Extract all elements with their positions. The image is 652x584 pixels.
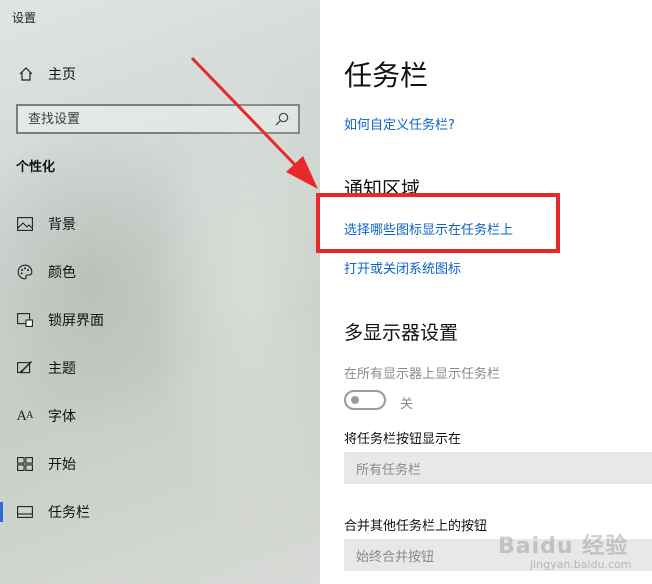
sidebar-home[interactable]: 主页 [18, 63, 76, 85]
sidebar-item-colors[interactable]: 颜色 [0, 248, 320, 296]
sidebar-item-label: 背景 [48, 217, 76, 233]
sidebar: 设置 主页 个性化 背景 颜色 锁 [0, 0, 320, 584]
sidebar-item-label: 主题 [48, 361, 76, 377]
watermark-url: jingyan.baidu.com [530, 558, 632, 571]
font-icon: AA [17, 408, 33, 424]
select-taskbar-icons-link[interactable]: 选择哪些图标显示在任务栏上 [344, 219, 513, 238]
sidebar-nav: 背景 颜色 锁屏界面 主题 AA 字体 开始 任务栏 [0, 200, 320, 536]
show-on-all-displays-toggle[interactable] [344, 390, 386, 410]
section-heading-personalization: 个性化 [16, 160, 56, 175]
sidebar-item-taskbar[interactable]: 任务栏 [0, 488, 320, 536]
home-label: 主页 [48, 67, 76, 83]
sidebar-item-start[interactable]: 开始 [0, 440, 320, 488]
sidebar-item-lock-screen[interactable]: 锁屏界面 [0, 296, 320, 344]
sidebar-item-background[interactable]: 背景 [0, 200, 320, 248]
system-icons-link[interactable]: 打开或关闭系统图标 [344, 258, 461, 277]
combine-buttons-label: 合并其他任务栏上的按钮 [344, 519, 488, 534]
toggle-knob [351, 396, 359, 404]
search-icon[interactable] [274, 111, 290, 127]
show-on-all-displays-label: 在所有显示器上显示任务栏 [344, 367, 501, 382]
search-box[interactable] [16, 104, 300, 134]
buttons-display-label: 将任务栏按钮显示在 [344, 432, 462, 447]
toggle-state-label: 关 [400, 397, 414, 412]
sidebar-item-label: 开始 [48, 457, 76, 473]
sidebar-item-themes[interactable]: 主题 [0, 344, 320, 392]
home-icon [19, 67, 33, 81]
picture-icon [16, 215, 34, 233]
search-input[interactable] [18, 110, 274, 128]
taskbar-icon [16, 503, 34, 521]
palette-icon [16, 263, 34, 281]
start-grid-icon [16, 455, 34, 473]
lock-screen-icon [16, 311, 34, 329]
notification-area-heading: 通知区域 [344, 178, 421, 200]
page-title: 任务栏 [344, 59, 429, 92]
sidebar-item-label: 任务栏 [48, 505, 90, 521]
multi-display-heading: 多显示器设置 [344, 322, 459, 344]
sidebar-item-fonts[interactable]: AA 字体 [0, 392, 320, 440]
theme-brush-icon [16, 359, 34, 377]
window-title: 设置 [12, 11, 37, 25]
buttons-display-select[interactable]: 所有任务栏 [344, 452, 652, 484]
sidebar-item-label: 字体 [48, 409, 76, 425]
sidebar-item-label: 锁屏界面 [48, 313, 104, 329]
watermark-logo: Baidu 经验 [498, 534, 629, 559]
main-content: 任务栏 如何自定义任务栏? 通知区域 选择哪些图标显示在任务栏上 打开或关闭系统… [320, 0, 652, 584]
sidebar-item-label: 颜色 [48, 265, 76, 281]
help-link[interactable]: 如何自定义任务栏? [344, 114, 455, 133]
